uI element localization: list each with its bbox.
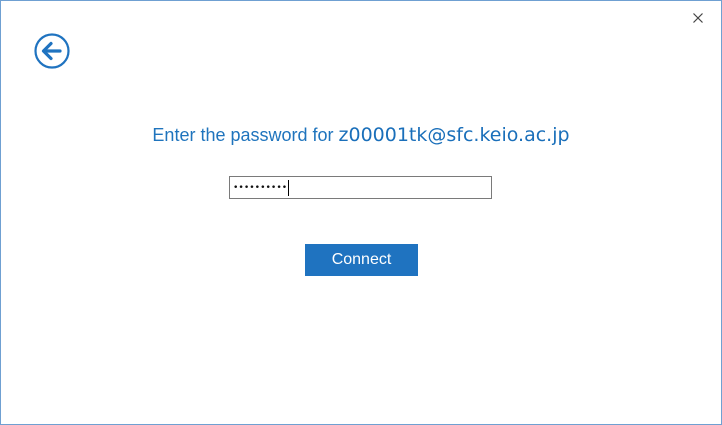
password-masked-value: •••••••••• — [233, 182, 288, 193]
password-prompt: Enter the password for z00001tk@sfc.keio… — [1, 121, 721, 149]
account-email: z00001tk@sfc.keio.ac.jp — [338, 124, 570, 146]
password-field[interactable]: •••••••••• — [229, 176, 492, 199]
close-button[interactable] — [685, 7, 711, 29]
back-arrow-icon — [34, 33, 70, 69]
prompt-prefix: Enter the password for — [152, 125, 339, 145]
connect-button[interactable]: Connect — [305, 244, 418, 276]
password-dialog: Enter the password for z00001tk@sfc.keio… — [0, 0, 722, 425]
close-icon — [693, 13, 703, 23]
back-button[interactable] — [34, 33, 70, 69]
text-caret — [288, 179, 290, 196]
